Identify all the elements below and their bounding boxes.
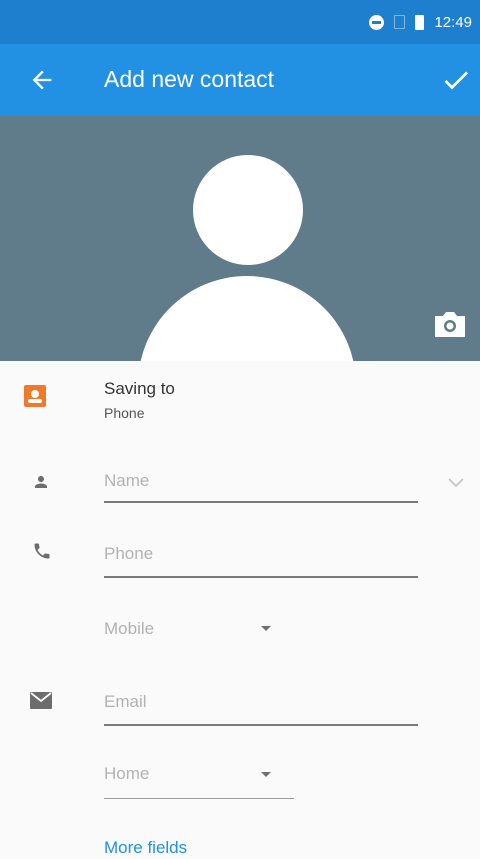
email-type-arrow-icon [261, 772, 271, 777]
camera-icon [435, 312, 465, 337]
more-fields-link[interactable]: More fields [104, 838, 187, 858]
phone-account-icon [24, 385, 46, 412]
back-button[interactable] [28, 66, 56, 94]
email-icon [30, 692, 52, 714]
avatar-head [193, 155, 303, 265]
app-bar: Add new contact [0, 44, 480, 116]
name-input[interactable]: Name [104, 471, 149, 491]
person-icon [32, 473, 50, 496]
avatar-body [138, 276, 356, 361]
contact-photo-area[interactable] [0, 116, 480, 361]
contact-form: Saving to Phone Name Phone Mobile Email … [0, 361, 480, 859]
email-type-underline [104, 798, 294, 799]
email-underline [104, 724, 418, 726]
change-photo-button[interactable] [433, 309, 467, 339]
page-title: Add new contact [104, 66, 275, 92]
saving-to-value[interactable]: Phone [104, 405, 144, 421]
phone-icon [32, 541, 52, 566]
arrow-back-icon [32, 70, 52, 90]
status-time: 12:49 [434, 13, 472, 31]
email-input[interactable]: Email [104, 692, 147, 712]
check-icon [444, 71, 468, 90]
phone-type-arrow-icon [261, 626, 271, 631]
chevron-down-icon[interactable] [448, 475, 464, 493]
do-not-disturb-icon [369, 14, 385, 30]
phone-underline [104, 576, 418, 578]
name-underline [104, 501, 418, 503]
no-sim-icon [394, 15, 406, 29]
email-type-select[interactable]: Home [104, 764, 149, 784]
status-bar: 12:49 [0, 0, 480, 44]
save-button[interactable] [440, 64, 472, 96]
battery-icon [415, 14, 425, 30]
saving-to-label: Saving to [104, 379, 175, 398]
phone-type-select[interactable]: Mobile [104, 619, 154, 639]
phone-input[interactable]: Phone [104, 544, 153, 564]
